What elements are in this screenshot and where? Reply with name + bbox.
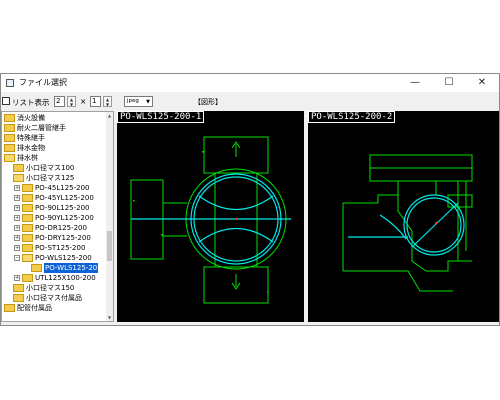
view-label-1: PO-WLS125-200-1	[117, 111, 205, 123]
tree-item-label: 小口径マス125	[26, 174, 75, 182]
scroll-up-icon[interactable]: ▲	[106, 112, 113, 119]
folder-icon	[4, 304, 15, 312]
tree-item-label: PO-DRY125-200	[35, 234, 91, 242]
folder-icon	[31, 264, 42, 272]
folder-open-icon	[22, 254, 33, 262]
tree-item-label: PO-45YL125-200	[35, 194, 94, 202]
tree-item-label: 特殊継手	[17, 134, 45, 142]
chevron-down-icon: ▼	[146, 99, 150, 105]
tree-item-label: 排水金物	[17, 144, 45, 152]
folder-open-icon	[4, 154, 15, 162]
folder-icon	[22, 194, 33, 202]
tree-item-label: 耐火二層管継手	[17, 124, 66, 132]
cad-drawing-top-view	[130, 136, 291, 304]
folder-open-icon	[13, 174, 24, 182]
folder-icon	[13, 164, 24, 172]
close-button[interactable]: ✕	[465, 74, 499, 92]
expand-icon[interactable]: +	[14, 195, 20, 201]
format-value: jpeg	[127, 98, 139, 104]
folder-icon	[22, 224, 33, 232]
file-select-window: ファイル選択 — ☐ ✕ リスト表示 2 ▲ ▼ × 1 ▲ ▼ jpeg ▼ 【図…	[0, 73, 500, 326]
tree-item-label: PO-90YL125-200	[35, 214, 94, 222]
tree-item-label: UTL125X100-200	[35, 274, 96, 282]
title-bar: ファイル選択 — ☐ ✕	[1, 74, 499, 92]
list-view-label: リスト表示	[12, 98, 50, 107]
expand-icon[interactable]: +	[14, 185, 20, 191]
scroll-down-icon[interactable]: ▼	[106, 314, 113, 321]
app-icon	[6, 79, 14, 87]
view-pane-1[interactable]: PO-WLS125-200-1	[117, 111, 304, 322]
folder-icon	[22, 274, 33, 282]
folder-icon	[22, 184, 33, 192]
toolbar: リスト表示 2 ▲ ▼ × 1 ▲ ▼ jpeg ▼ 【図形】	[1, 94, 499, 110]
columns-spinner[interactable]: ▲ ▼	[67, 96, 76, 107]
tree-item-label: PO-WLS125-200	[35, 254, 92, 262]
figure-label: 【図形】	[194, 98, 222, 106]
format-select[interactable]: jpeg ▼	[124, 96, 153, 107]
scroll-thumb[interactable]	[107, 231, 112, 261]
folder-icon	[22, 234, 33, 242]
folder-icon	[22, 244, 33, 252]
tree-item-label: 小口径マス付属品	[26, 294, 82, 302]
category-tree[interactable]: 消火設備耐火二層管継手 特殊継手排水金物排水桝小口径マス100 小口径マス125 + P…	[1, 111, 114, 322]
tree-item-label: PO-90L125-200	[35, 204, 90, 212]
rows-input[interactable]: 1	[90, 96, 101, 107]
view-label-2: PO-WLS125-200-2	[308, 111, 396, 123]
rows-spinner[interactable]: ▲ ▼	[103, 96, 112, 107]
tree-item-label: 排水桝	[17, 154, 38, 162]
tree-item-label: PO-ST125-200	[35, 244, 86, 252]
minimize-button[interactable]: —	[398, 74, 432, 92]
expand-icon[interactable]: +	[14, 225, 20, 231]
tree-scrollbar[interactable]: ▲ ▼	[106, 112, 113, 321]
folder-icon	[4, 144, 15, 152]
folder-icon	[13, 294, 24, 302]
expand-icon[interactable]: +	[14, 235, 20, 241]
collapse-icon[interactable]: −	[14, 255, 20, 261]
folder-icon	[22, 214, 33, 222]
times-sign: ×	[80, 97, 87, 106]
folder-icon	[22, 204, 33, 212]
tree-item-label: PO-WLS125-20	[44, 263, 99, 273]
folder-icon	[4, 124, 15, 132]
maximize-button[interactable]: ☐	[432, 74, 466, 92]
expand-icon[interactable]: +	[14, 245, 20, 251]
expand-icon[interactable]: +	[14, 215, 20, 221]
view-pane-2[interactable]: PO-WLS125-200-2	[308, 111, 499, 322]
tree-item-label: 配管付属品	[17, 304, 52, 312]
folder-icon	[4, 134, 15, 142]
columns-input[interactable]: 2	[54, 96, 65, 107]
folder-icon	[13, 284, 24, 292]
tree-item-label: PO-45L125-200	[35, 184, 90, 192]
tree-item-label: 消火設備	[17, 114, 45, 122]
cad-drawing-side-view	[342, 154, 473, 292]
tree-item-label: 小口径マス100	[26, 164, 75, 172]
tree-item-label: 小口径マス150	[26, 284, 75, 292]
folder-icon	[4, 114, 15, 122]
expand-icon[interactable]: +	[14, 205, 20, 211]
window-title: ファイル選択	[19, 78, 67, 87]
tree-item-label: PO-DR125-200	[35, 224, 87, 232]
list-view-checkbox[interactable]	[2, 97, 10, 105]
expand-icon[interactable]: +	[14, 275, 20, 281]
